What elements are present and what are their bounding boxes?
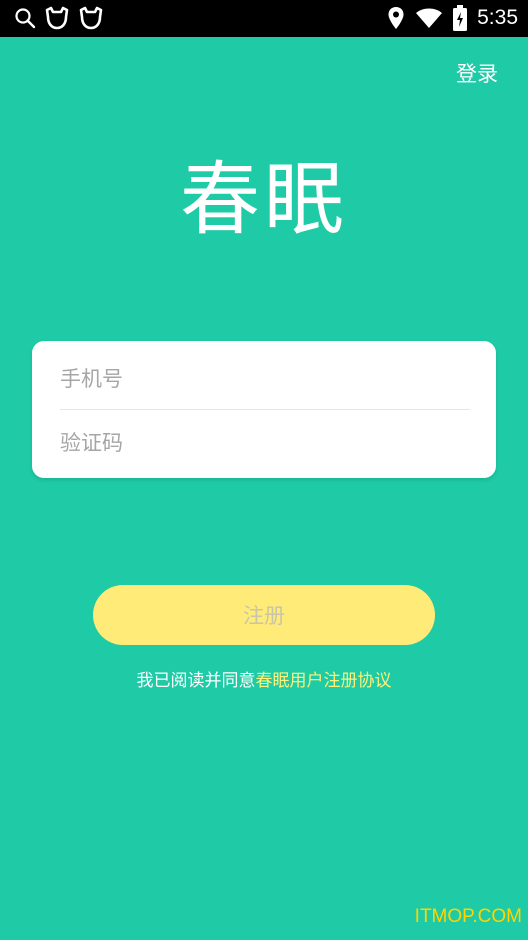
phone-input[interactable] [60, 355, 470, 403]
status-left-icons [14, 6, 104, 30]
verification-code-input[interactable] [60, 419, 470, 467]
search-icon [14, 7, 36, 29]
form-card [32, 341, 496, 478]
cat-face-icon [44, 6, 70, 30]
status-bar: 5:35 [0, 0, 528, 37]
login-link[interactable]: 登录 [456, 58, 498, 88]
app-logo: 春眠 [180, 153, 348, 246]
cat-face-icon [78, 6, 104, 30]
status-right-icons: 5:35 [387, 4, 518, 32]
register-button[interactable]: 注册 [93, 585, 435, 645]
location-pin-icon [387, 6, 405, 30]
agreement-text: 我已阅读并同意春眠用户注册协议 [0, 666, 528, 691]
form-divider [60, 409, 470, 410]
agreement-prefix: 我已阅读并同意 [136, 671, 256, 691]
watermark: ITMOP.COM [414, 906, 522, 927]
status-time: 5:35 [477, 6, 518, 29]
wifi-icon [415, 7, 443, 29]
battery-icon [453, 5, 468, 31]
agreement-link[interactable]: 春眠用户注册协议 [256, 671, 392, 691]
